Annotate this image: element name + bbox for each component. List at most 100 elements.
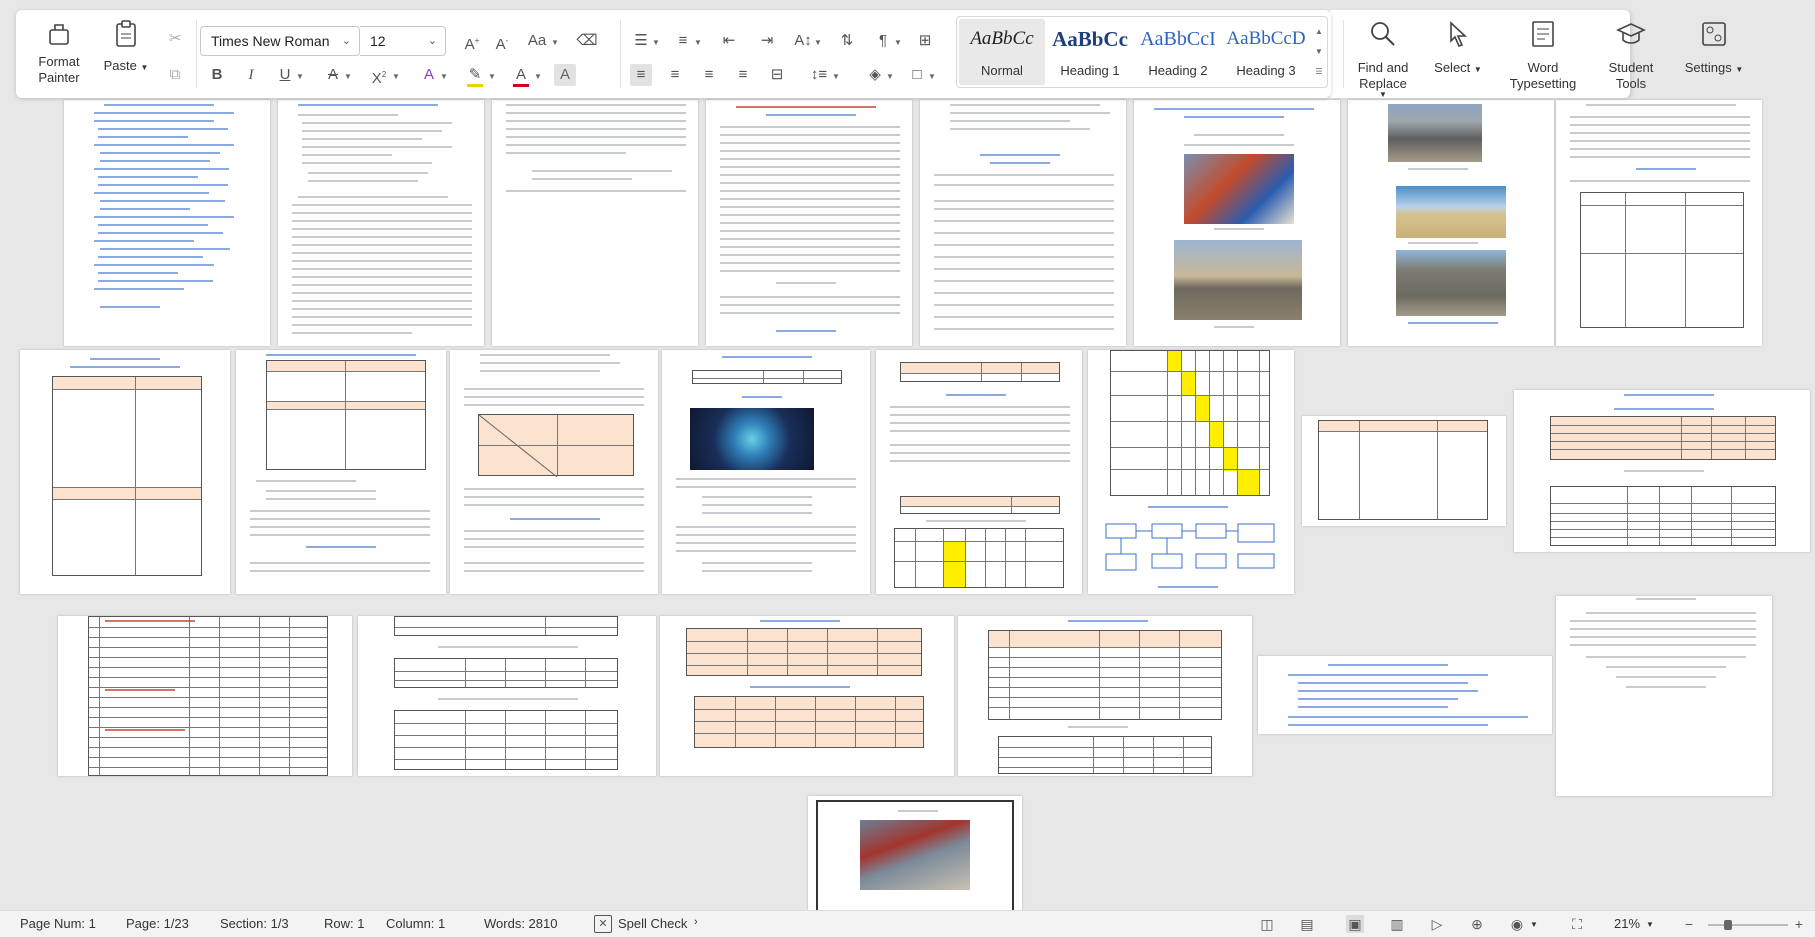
spell-check-icon[interactable]: ✕ bbox=[594, 915, 612, 933]
show-marks-icon[interactable]: ¶ bbox=[872, 30, 894, 52]
text-direction-icon[interactable]: A↕ bbox=[792, 30, 814, 52]
document-page[interactable] bbox=[662, 350, 870, 594]
highlight-icon[interactable]: ✎ bbox=[464, 64, 486, 87]
document-page[interactable] bbox=[358, 616, 656, 776]
zoom-slider[interactable] bbox=[1708, 924, 1788, 926]
web-layout-icon[interactable]: ⊕ bbox=[1468, 915, 1486, 933]
document-page[interactable] bbox=[808, 796, 1022, 910]
clear-format-icon[interactable]: ⌫ bbox=[576, 30, 598, 52]
zoom-out-icon[interactable]: − bbox=[1680, 915, 1698, 933]
document-page[interactable] bbox=[450, 350, 658, 594]
strikethrough-icon[interactable]: A bbox=[322, 64, 344, 86]
outline-view-icon[interactable]: ▥ bbox=[1388, 915, 1406, 933]
document-page[interactable] bbox=[236, 350, 446, 594]
document-page[interactable] bbox=[492, 100, 698, 346]
document-page[interactable] bbox=[1302, 416, 1506, 526]
document-page[interactable] bbox=[64, 100, 270, 346]
sort-icon[interactable]: ⇅ bbox=[836, 30, 858, 52]
styles-scroll-up-icon[interactable]: ▲ bbox=[1313, 27, 1325, 36]
font-family-select[interactable]: Times New Roman ⌄ bbox=[200, 26, 360, 56]
page-view-icon[interactable]: ▣ bbox=[1346, 915, 1364, 933]
styles-more-icon[interactable]: ☰ bbox=[1313, 67, 1325, 76]
zoom-dropdown-icon[interactable]: ▼ bbox=[1646, 920, 1654, 929]
document-page[interactable] bbox=[278, 100, 484, 346]
document-page[interactable] bbox=[1088, 350, 1294, 594]
decrease-indent-icon[interactable]: ⇤ bbox=[718, 30, 740, 52]
reading-layout-icon[interactable]: ▤ bbox=[1298, 915, 1316, 933]
spell-check-button[interactable]: Spell Check bbox=[618, 916, 687, 931]
page-num-indicator[interactable]: Page Num: 1 bbox=[20, 916, 96, 931]
presentation-photo bbox=[690, 408, 814, 470]
document-page[interactable] bbox=[1258, 656, 1552, 734]
style-heading-2[interactable]: AaBbCcI Heading 2 bbox=[1135, 19, 1221, 85]
student-tools-button[interactable]: Student Tools bbox=[1596, 18, 1666, 92]
document-page[interactable] bbox=[660, 616, 954, 776]
page-indicator[interactable]: Page: 1/23 bbox=[126, 916, 189, 931]
italic-icon[interactable]: I bbox=[240, 64, 262, 86]
paste-button[interactable]: Paste ▼ bbox=[96, 18, 156, 76]
copy-icon[interactable]: ⧉ bbox=[164, 64, 186, 86]
document-page[interactable] bbox=[876, 350, 1082, 594]
style-heading-3[interactable]: AaBbCcD Heading 3 bbox=[1223, 19, 1309, 85]
settings-button[interactable]: Settings ▼ bbox=[1674, 18, 1754, 78]
increase-indent-icon[interactable]: ⇥ bbox=[756, 30, 778, 52]
document-page[interactable] bbox=[1514, 390, 1810, 552]
data-table bbox=[1318, 420, 1488, 520]
align-left-icon[interactable]: ≡ bbox=[630, 64, 652, 86]
zoom-slider-thumb[interactable] bbox=[1724, 920, 1732, 930]
document-page[interactable] bbox=[1348, 100, 1554, 346]
search-icon bbox=[1367, 18, 1399, 50]
shrink-font-icon[interactable]: A- bbox=[491, 30, 513, 53]
document-page[interactable] bbox=[20, 350, 230, 594]
table-tools-icon[interactable]: ⊞ bbox=[914, 30, 936, 52]
document-canvas[interactable] bbox=[0, 0, 1815, 910]
play-icon[interactable]: ▷ bbox=[1428, 915, 1446, 933]
distributed-icon[interactable]: ⊟ bbox=[766, 64, 788, 86]
align-center-icon[interactable]: ≡ bbox=[664, 64, 686, 86]
line-spacing-icon[interactable]: ↕≡ bbox=[808, 64, 830, 86]
zoom-in-icon[interactable]: + bbox=[1790, 915, 1808, 933]
font-size-select[interactable]: 12 ⌄ bbox=[360, 26, 446, 56]
justify-icon[interactable]: ≡ bbox=[732, 64, 754, 86]
fit-page-icon[interactable]: ⛶ bbox=[1568, 915, 1586, 933]
typesetting-icon bbox=[1527, 18, 1559, 50]
styles-scroll-down-icon[interactable]: ▼ bbox=[1313, 47, 1325, 56]
style-normal[interactable]: AaBbCc Normal bbox=[959, 19, 1045, 85]
shading-icon[interactable]: ◈ bbox=[864, 64, 886, 86]
eye-protection-icon[interactable]: ◉ bbox=[1508, 915, 1526, 933]
word-typesetting-button[interactable]: Word Typesetting bbox=[1498, 18, 1588, 92]
underline-icon[interactable]: U bbox=[274, 64, 296, 86]
word-count[interactable]: Words: 2810 bbox=[484, 916, 557, 931]
find-replace-button[interactable]: Find and Replace ▼ bbox=[1350, 18, 1416, 99]
cut-icon[interactable]: ✂ bbox=[164, 28, 186, 50]
document-page[interactable] bbox=[1556, 596, 1772, 796]
bold-icon[interactable]: B bbox=[206, 64, 228, 86]
warehouse-photo bbox=[1396, 186, 1506, 238]
document-page[interactable] bbox=[1556, 100, 1762, 346]
chevron-right-icon[interactable]: › bbox=[694, 916, 698, 928]
cursor-icon bbox=[1442, 18, 1474, 50]
style-heading-1[interactable]: AaBbCc Heading 1 bbox=[1047, 19, 1133, 85]
document-page[interactable] bbox=[920, 100, 1126, 346]
document-page[interactable] bbox=[58, 616, 352, 776]
bullet-list-icon[interactable]: ☰ bbox=[630, 30, 652, 52]
borders-icon[interactable]: □ bbox=[906, 64, 928, 86]
align-right-icon[interactable]: ≡ bbox=[698, 64, 720, 86]
char-shading-icon[interactable]: A bbox=[554, 64, 576, 86]
zoom-level[interactable]: 21% bbox=[1614, 916, 1640, 931]
data-table bbox=[88, 616, 328, 776]
column-indicator: Column: 1 bbox=[386, 916, 446, 931]
data-table bbox=[394, 710, 618, 770]
superscript-icon[interactable]: X2 bbox=[368, 64, 390, 87]
grow-font-icon[interactable]: A+ bbox=[461, 30, 483, 53]
font-color-icon[interactable]: A bbox=[510, 64, 532, 87]
document-page[interactable] bbox=[706, 100, 912, 346]
document-page[interactable] bbox=[1134, 100, 1340, 346]
format-painter-button[interactable]: Format Painter bbox=[28, 18, 90, 86]
text-effect-icon[interactable]: A bbox=[418, 64, 440, 86]
focus-mode-icon[interactable]: ◫ bbox=[1258, 915, 1276, 933]
numbered-list-icon[interactable]: ≡ bbox=[672, 30, 694, 52]
change-case-icon[interactable]: Aa bbox=[526, 30, 548, 52]
document-page[interactable] bbox=[958, 616, 1252, 776]
section-indicator[interactable]: Section: 1/3 bbox=[220, 916, 289, 931]
